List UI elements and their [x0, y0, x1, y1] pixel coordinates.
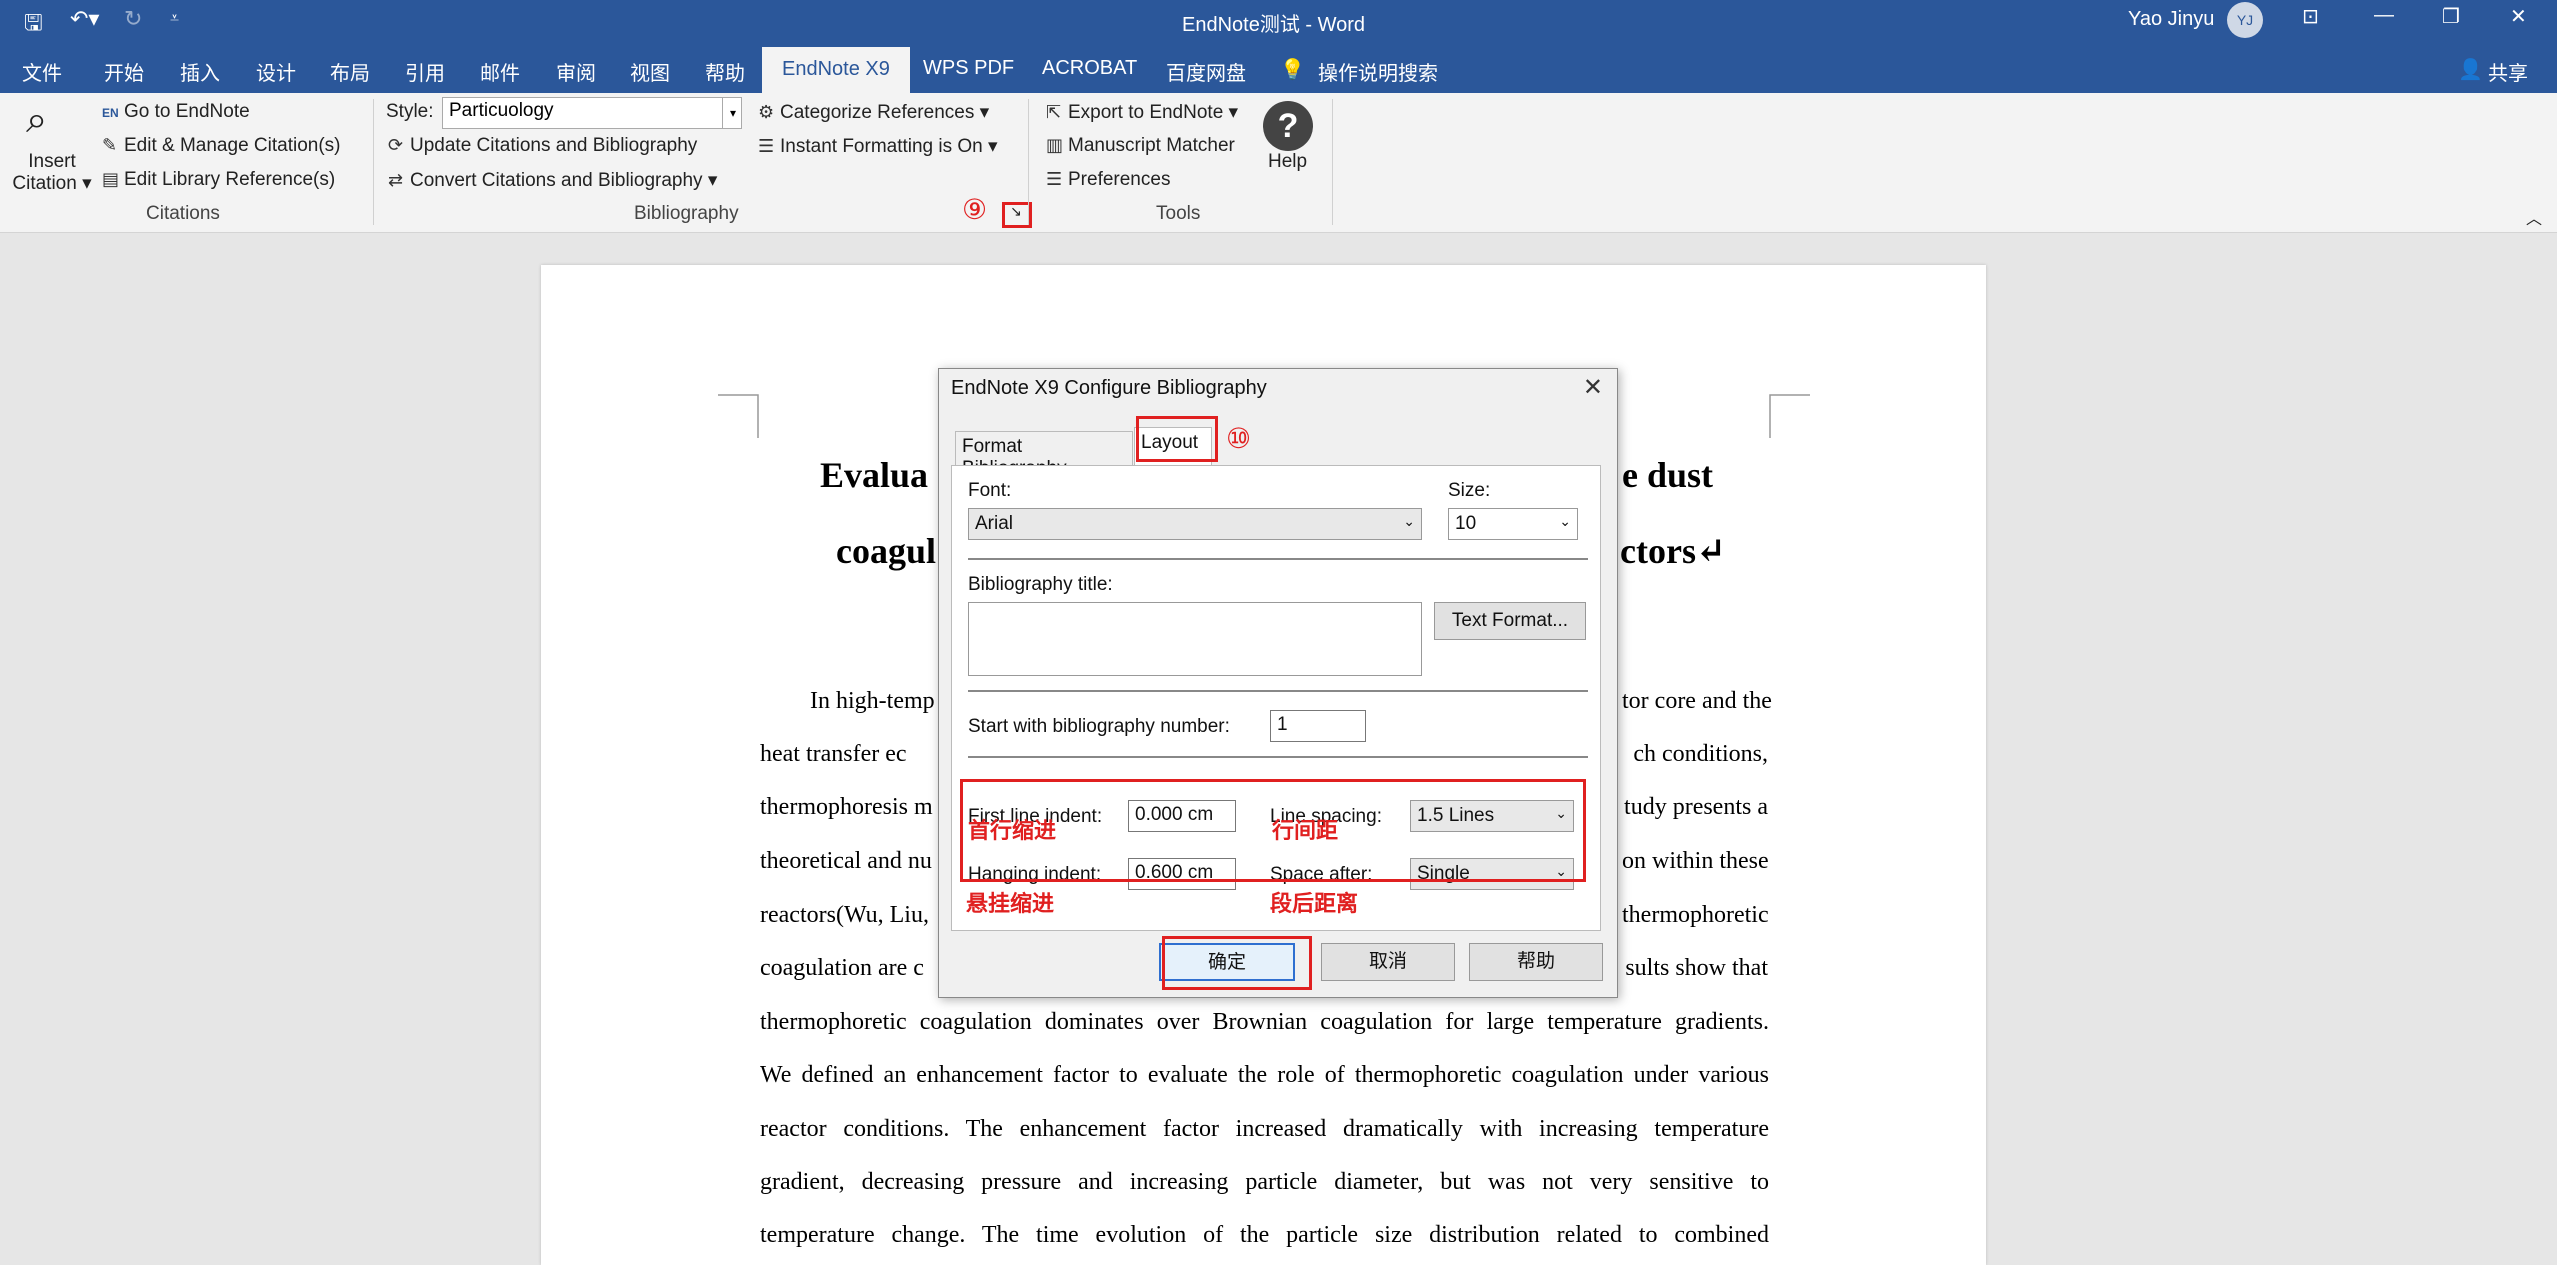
start-number-label: Start with bibliography number: [968, 716, 1230, 737]
doc-text-right: on within these [1622, 848, 1769, 874]
text-format-button[interactable]: Text Format... [1434, 602, 1586, 640]
doc-paragraph-line: We defined an enhancement factor to eval… [760, 1062, 1769, 1088]
annotation-first-indent: 首行缩进 [968, 818, 1057, 843]
annotation-hanging-indent: 悬挂缩进 [966, 891, 1055, 916]
font-select[interactable]: Arial ⌄ [968, 508, 1422, 540]
doc-text-right: sults show that [1625, 955, 1768, 981]
annotation-highlight-ok-button [1162, 936, 1312, 990]
doc-paragraph-line: thermophoretic coagulation dominates ove… [760, 1009, 1769, 1035]
size-select[interactable]: 10 ⌄ [1448, 508, 1578, 540]
doc-paragraph-line: gradient, decreasing pressure and increa… [760, 1169, 1769, 1195]
annotation-space-after: 段后距离 [1270, 891, 1359, 916]
annotation-number-10: ⑩ [1226, 423, 1252, 454]
doc-text-right: thermophoretic [1622, 902, 1769, 928]
divider [968, 558, 1588, 560]
chevron-down-icon: ⌄ [1559, 513, 1571, 529]
cancel-button[interactable]: 取消 [1321, 943, 1455, 981]
divider [968, 756, 1588, 758]
doc-paragraph-line: reactor conditions. The enhancement fact… [760, 1116, 1769, 1142]
doc-title-right-1: e dust [1622, 455, 1714, 495]
doc-text-right: ch conditions, [1633, 741, 1768, 767]
doc-text-right: tor core and the [1622, 688, 1772, 714]
divider [968, 690, 1588, 692]
bibliography-title-input[interactable] [968, 602, 1422, 676]
doc-title-left-2: coagul [836, 531, 937, 571]
font-select-value: Arial [975, 513, 1014, 534]
chevron-down-icon: ⌄ [1403, 513, 1415, 529]
size-label: Size: [1448, 480, 1491, 501]
size-select-value: 10 [1455, 513, 1477, 534]
doc-text-right: tudy presents a [1624, 794, 1768, 820]
dialog-title: EndNote X9 Configure Bibliography [951, 377, 1267, 399]
doc-paragraph-line: temperature change. The time evolution o… [760, 1222, 1769, 1248]
tab-format-bibliography[interactable]: Format Bibliography [955, 431, 1133, 479]
annotation-highlight-layout-tab [1136, 416, 1218, 462]
close-icon[interactable]: ✕ [1583, 373, 1603, 402]
bibliography-title-label: Bibliography title: [968, 574, 1113, 595]
doc-title-left-1: Evalua [820, 455, 929, 495]
doc-title-right-2: ctors↵ [1620, 531, 1727, 571]
annotation-line-spacing: 行间距 [1272, 818, 1339, 843]
start-number-input[interactable]: 1 [1270, 710, 1366, 742]
font-label: Font: [968, 480, 1012, 501]
help-dialog-button[interactable]: 帮助 [1469, 943, 1603, 981]
